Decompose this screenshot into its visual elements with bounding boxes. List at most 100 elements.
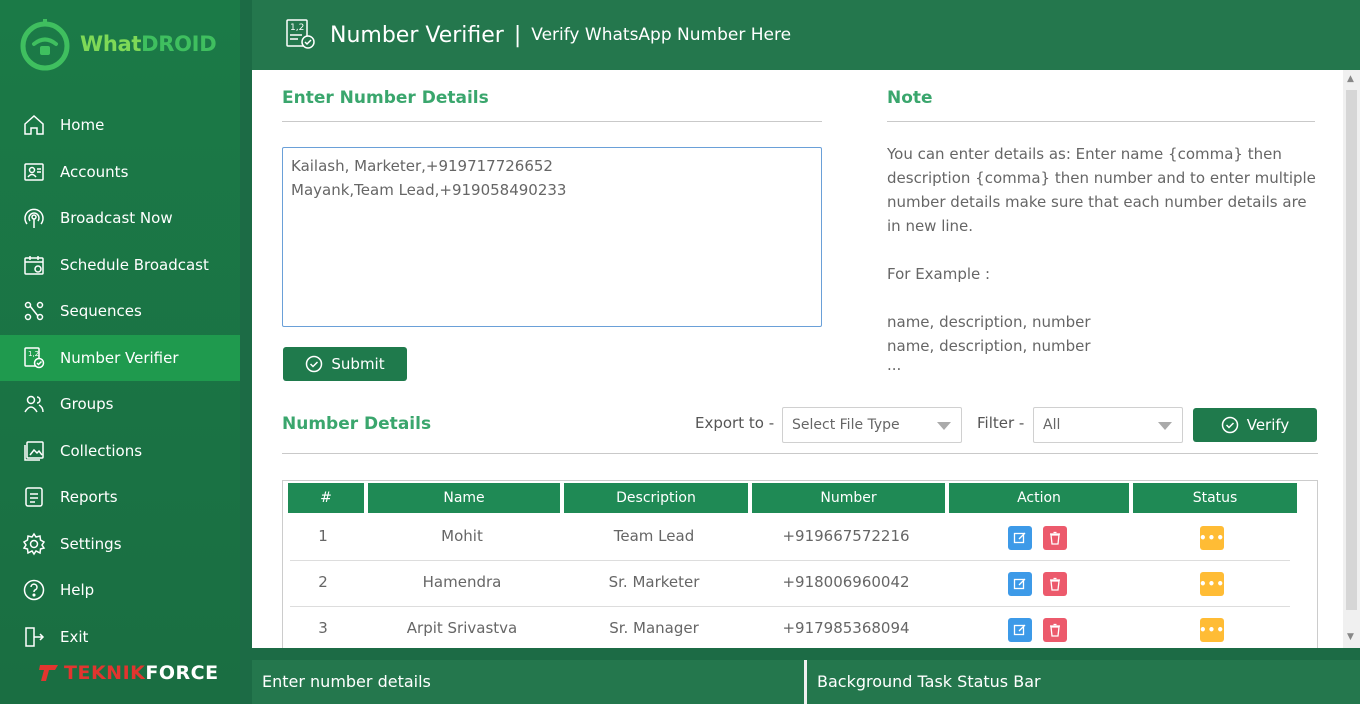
title-separator: | — [513, 22, 522, 48]
chevron-down-icon — [1158, 422, 1172, 430]
table-header-description: Description — [564, 483, 748, 513]
reports-icon — [25, 487, 43, 507]
logo-text-what: What — [80, 32, 142, 56]
main-panel: Enter Number Details Submit Note You can… — [252, 70, 1343, 648]
submit-label: Submit — [331, 355, 385, 373]
help-icon — [23, 580, 45, 601]
home-icon — [24, 115, 44, 135]
export-file-type-select[interactable]: Select File Type — [782, 407, 962, 443]
table-cell-name: Mohit — [441, 527, 483, 545]
sidebar-item-label: Home — [60, 116, 105, 135]
accounts-icon — [24, 163, 44, 181]
row-divider — [290, 560, 1290, 561]
table-cell-number: +918006960042 — [782, 573, 910, 591]
filter-select[interactable]: All — [1033, 407, 1183, 443]
sidebar-item-label: Sequences — [60, 302, 142, 321]
table-header-index: # — [288, 483, 364, 513]
sidebar-item-exit[interactable]: Exit — [0, 614, 240, 661]
filter-label: Filter - — [977, 414, 1025, 432]
sidebar-item-schedule-broadcast[interactable]: Schedule Broadcast — [0, 242, 240, 289]
table-cell-number: +919667572216 — [782, 527, 910, 545]
edit-icon — [1013, 532, 1026, 544]
gear-icon — [22, 532, 46, 556]
status-message: Enter number details — [262, 672, 431, 691]
sidebar-item-help[interactable]: Help — [0, 567, 240, 614]
sidebar-item-label: Number Verifier — [60, 348, 179, 367]
delete-button[interactable] — [1043, 618, 1067, 642]
table-header-number: Number — [752, 483, 945, 513]
sidebar-item-groups[interactable]: Groups — [0, 381, 240, 428]
note-example-line: ... — [887, 356, 902, 374]
sidebar-item-home[interactable]: Home — [0, 102, 240, 149]
collections-icon — [24, 441, 44, 461]
sidebar-nav: Home Accounts Broadcast Now Schedule Bro… — [0, 102, 240, 660]
sidebar-item-label: Settings — [60, 534, 122, 553]
main-scrollbar[interactable]: ▲ ▼ — [1343, 70, 1360, 648]
groups-icon — [24, 396, 44, 413]
table-header-status: Status — [1133, 483, 1297, 513]
status-more-button[interactable]: ••• — [1199, 572, 1224, 596]
sidebar-item-accounts[interactable]: Accounts — [0, 149, 240, 196]
sidebar-item-collections[interactable]: Collections — [0, 428, 240, 475]
check-circle-icon — [306, 355, 323, 373]
delete-button[interactable] — [1043, 572, 1067, 596]
brand-text-teknik: TEKNIK — [64, 662, 146, 684]
number-details-input[interactable] — [282, 147, 822, 327]
status-more-button[interactable]: ••• — [1199, 618, 1224, 642]
edit-icon — [1013, 578, 1026, 590]
note-title: Note — [887, 88, 933, 108]
note-text: You can enter details as: Enter name {co… — [887, 142, 1317, 374]
table-cell-index: 1 — [318, 527, 328, 545]
sidebar-item-reports[interactable]: Reports — [0, 474, 240, 521]
app-logo: WhatDROID — [18, 12, 217, 76]
teknikforce-brand: TEKNIK FORCE — [38, 662, 219, 684]
note-body: You can enter details as: Enter name {co… — [887, 145, 1316, 235]
edit-button[interactable] — [1008, 572, 1032, 596]
status-more-button[interactable]: ••• — [1199, 526, 1224, 550]
teknikforce-logo-icon — [39, 665, 58, 681]
edit-button[interactable] — [1008, 618, 1032, 642]
status-bar: Enter number details Background Task Sta… — [252, 660, 1360, 704]
table-cell-index: 2 — [318, 573, 328, 591]
submit-button[interactable]: Submit — [283, 347, 407, 381]
background-task-status: Background Task Status Bar — [817, 672, 1041, 691]
logo-text-droid: DROID — [141, 32, 217, 56]
sidebar-item-broadcast-now[interactable]: Broadcast Now — [0, 195, 240, 242]
verifier-icon: 1,2 — [24, 347, 45, 368]
edit-icon — [1013, 624, 1026, 636]
table-header-action: Action — [949, 483, 1129, 513]
broadcast-icon — [24, 208, 44, 229]
verify-button[interactable]: Verify — [1193, 408, 1317, 442]
scroll-down-icon[interactable]: ▼ — [1347, 632, 1354, 642]
sidebar-item-number-verifier[interactable]: 1,2 Number Verifier — [0, 334, 240, 381]
table-cell-name: Arpit Srivastva — [406, 619, 518, 637]
table-cell-description: Sr. Manager — [609, 619, 699, 637]
sidebar-item-label: Groups — [60, 395, 114, 414]
delete-button[interactable] — [1043, 526, 1067, 550]
verifier-icon: 1,2 — [286, 19, 315, 49]
sidebar-item-settings[interactable]: Settings — [0, 521, 240, 568]
page-subtitle: Verify WhatsApp Number Here — [531, 25, 792, 45]
trash-icon — [1050, 531, 1060, 545]
exit-icon — [25, 627, 45, 647]
filter-select-value: All — [1043, 417, 1061, 433]
svg-text:1,2: 1,2 — [290, 23, 304, 33]
calendar-icon — [24, 255, 44, 275]
sidebar-item-label: Collections — [60, 441, 143, 460]
scroll-up-icon[interactable]: ▲ — [1347, 74, 1354, 84]
sidebar-item-sequences[interactable]: Sequences — [0, 288, 240, 335]
chevron-down-icon — [937, 422, 951, 430]
scrollbar-thumb[interactable] — [1346, 90, 1357, 610]
note-example-label: For Example : — [887, 265, 991, 283]
edit-button[interactable] — [1008, 526, 1032, 550]
note-example-line: name, description, number — [887, 313, 1091, 331]
sidebar-item-label: Exit — [60, 627, 89, 646]
trash-icon — [1050, 623, 1060, 637]
trash-icon — [1050, 577, 1060, 591]
sequences-icon — [24, 302, 44, 321]
whatdroid-logo-icon — [20, 19, 70, 71]
table-header-name: Name — [368, 483, 560, 513]
note-example-line: name, description, number — [887, 337, 1091, 355]
export-select-value: Select File Type — [792, 417, 900, 433]
sidebar-item-label: Reports — [60, 488, 118, 507]
